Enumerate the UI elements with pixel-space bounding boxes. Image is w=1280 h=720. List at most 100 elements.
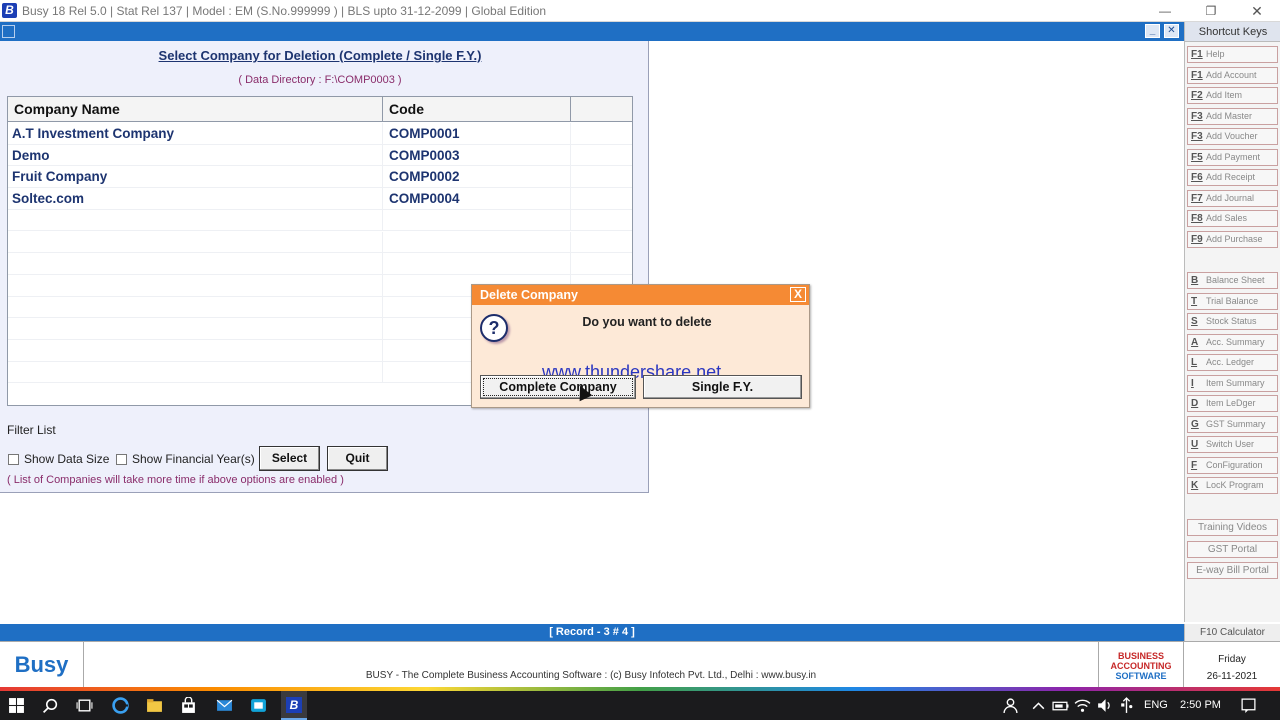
show-financial-years-label: Show Financial Year(s): [132, 452, 255, 466]
close-icon[interactable]: ✕: [1234, 0, 1280, 22]
company-code-cell: COMP0002: [383, 166, 571, 188]
windows-start-icon[interactable]: [8, 697, 25, 714]
store-icon[interactable]: [180, 697, 197, 714]
table-row[interactable]: Fruit Company COMP0002: [8, 166, 632, 189]
edge-browser-icon[interactable]: [112, 697, 129, 714]
people-icon[interactable]: [1002, 697, 1019, 714]
restore-icon[interactable]: ❐: [1188, 0, 1234, 22]
network-icon[interactable]: [1074, 697, 1091, 714]
report-gst-summary[interactable]: G GST Summary: [1187, 415, 1278, 433]
show-data-size-checkbox[interactable]: [8, 454, 19, 465]
dialog-message: Do you want to delete: [582, 315, 712, 329]
company-deletion-form: Select Company for Deletion (Complete / …: [0, 41, 649, 493]
shortcut-add-voucher[interactable]: F3 Add Voucher: [1187, 128, 1278, 145]
table-row[interactable]: A.T Investment Company COMP0001: [8, 123, 632, 145]
table-row[interactable]: Demo COMP0003: [8, 144, 632, 167]
battery-icon[interactable]: [1052, 697, 1069, 714]
quit-button[interactable]: Quit: [327, 446, 388, 471]
busy-app-icon: B: [2, 3, 17, 18]
company-code-cell: COMP0004: [383, 188, 571, 210]
lock-program[interactable]: K LocK Program: [1187, 477, 1278, 494]
copyright-text: BUSY - The Complete Business Accounting …: [365, 670, 817, 681]
shortcut-help[interactable]: F1 Help: [1187, 46, 1278, 63]
report-acc-ledger[interactable]: L Acc. Ledger: [1187, 354, 1278, 371]
select-button[interactable]: Select: [259, 446, 320, 471]
mdi-system-icon[interactable]: [2, 25, 15, 38]
shortcut-add-purchase[interactable]: F9 Add Purchase: [1187, 230, 1278, 248]
title-bar: B Busy 18 Rel 5.0 | Stat Rel 137 | Model…: [0, 0, 1280, 22]
company-name-cell: Fruit Company: [8, 166, 383, 188]
report-item-ledger[interactable]: D Item LeDger: [1187, 395, 1278, 412]
mdi-close-icon[interactable]: ✕: [1164, 24, 1179, 38]
day-label: Friday: [1218, 654, 1246, 665]
windows-taskbar: B ENG 2:50 PM: [0, 691, 1280, 720]
shortcut-add-receipt[interactable]: F6 Add Receipt: [1187, 169, 1278, 186]
file-explorer-icon[interactable]: [146, 697, 163, 714]
company-code-cell: COMP0001: [383, 123, 571, 144]
hint-text: ( List of Companies will take more time …: [7, 474, 344, 486]
shortcut-keys-title: Shortcut Keys: [1185, 22, 1280, 42]
busy-taskbar-icon: B: [286, 697, 302, 713]
show-data-size-label: Show Data Size: [24, 452, 110, 466]
shortcut-add-item[interactable]: F2 Add Item: [1187, 87, 1278, 104]
chevron-up-icon[interactable]: [1030, 697, 1047, 714]
minimize-icon[interactable]: —: [1142, 0, 1188, 22]
training-videos-link[interactable]: Training Videos: [1187, 519, 1278, 536]
dialog-close-icon[interactable]: X: [790, 287, 806, 302]
busy-taskbar-button[interactable]: B: [281, 691, 307, 720]
mdi-minimize-icon[interactable]: _: [1145, 24, 1160, 38]
task-view-icon[interactable]: [76, 697, 93, 714]
eway-bill-portal-link[interactable]: E-way Bill Portal: [1187, 561, 1278, 579]
empty-row: [8, 209, 632, 232]
shortcut-add-payment[interactable]: F5 Add Payment: [1187, 148, 1278, 166]
dialog-title: Delete Company: [480, 288, 578, 302]
empty-row: [8, 231, 632, 254]
company-name-cell: Soltec.com: [8, 188, 383, 210]
complete-company-button[interactable]: Complete Company: [480, 375, 636, 399]
form-heading: Select Company for Deletion (Complete / …: [158, 48, 482, 63]
clock[interactable]: 2:50 PM: [1180, 699, 1221, 711]
filter-list-label: Filter List: [7, 423, 56, 437]
busy-logo: Busy: [0, 642, 84, 687]
company-code-cell: COMP0003: [383, 144, 571, 166]
usb-icon[interactable]: [1118, 697, 1135, 714]
empty-row: [8, 253, 632, 275]
mail-icon[interactable]: [216, 697, 233, 714]
footer: Busy BUSY - The Complete Business Accoun…: [0, 641, 1280, 687]
shortcut-sidebar: Shortcut Keys F1 Help F1 Add Account F2 Add…: [1184, 22, 1280, 622]
data-directory: ( Data Directory : F:\COMP0003 ): [238, 74, 402, 86]
report-trial-balance[interactable]: T Trial Balance: [1187, 292, 1278, 310]
company-name-cell: A.T Investment Company: [8, 123, 383, 144]
table-row[interactable]: Soltec.com COMP0004: [8, 188, 632, 210]
report-acc-summary[interactable]: A Acc. Summary: [1187, 333, 1278, 351]
gst-portal-link[interactable]: GST Portal: [1187, 540, 1278, 558]
date-display: Friday 26-11-2021: [1184, 642, 1280, 687]
search-icon[interactable]: [42, 697, 59, 714]
language-indicator[interactable]: ENG: [1144, 699, 1168, 711]
brand-logo: BUSINESS ACCOUNTING SOFTWARE: [1098, 642, 1184, 687]
configuration[interactable]: F ConFiguration: [1187, 456, 1278, 474]
column-code: Code: [383, 97, 571, 122]
shortcut-add-sales[interactable]: F8 Add Sales: [1187, 210, 1278, 227]
column-company-name: Company Name: [8, 97, 383, 122]
mdi-bar: _ ✕: [0, 22, 1184, 41]
record-status: [ Record - 3 # 4 ]: [0, 624, 1184, 641]
report-balance-sheet[interactable]: B Balance Sheet: [1187, 272, 1278, 289]
notification-icon[interactable]: [1240, 697, 1257, 714]
shortcut-add-account[interactable]: F1 Add Account: [1187, 66, 1278, 84]
table-header: Company Name Code: [8, 97, 632, 122]
app-icon[interactable]: [250, 697, 267, 714]
delete-company-dialog: Delete Company X ? Do you want to delete…: [471, 284, 810, 408]
volume-icon[interactable]: [1096, 697, 1113, 714]
shortcut-add-master[interactable]: F3 Add Master: [1187, 107, 1278, 125]
window-title: Busy 18 Rel 5.0 | Stat Rel 137 | Model :…: [22, 4, 547, 18]
company-name-cell: Demo: [8, 144, 383, 166]
shortcut-add-journal[interactable]: F7 Add Journal: [1187, 189, 1278, 207]
calculator-button[interactable]: F10 Calculator: [1184, 624, 1280, 641]
report-stock-status[interactable]: S Stock Status: [1187, 313, 1278, 330]
report-item-summary[interactable]: I Item Summary: [1187, 374, 1278, 392]
show-financial-years-checkbox[interactable]: [116, 454, 127, 465]
switch-user[interactable]: U Switch User: [1187, 436, 1278, 453]
single-fy-button[interactable]: Single F.Y.: [643, 375, 802, 399]
dialog-title-bar: Delete Company X: [472, 285, 809, 305]
